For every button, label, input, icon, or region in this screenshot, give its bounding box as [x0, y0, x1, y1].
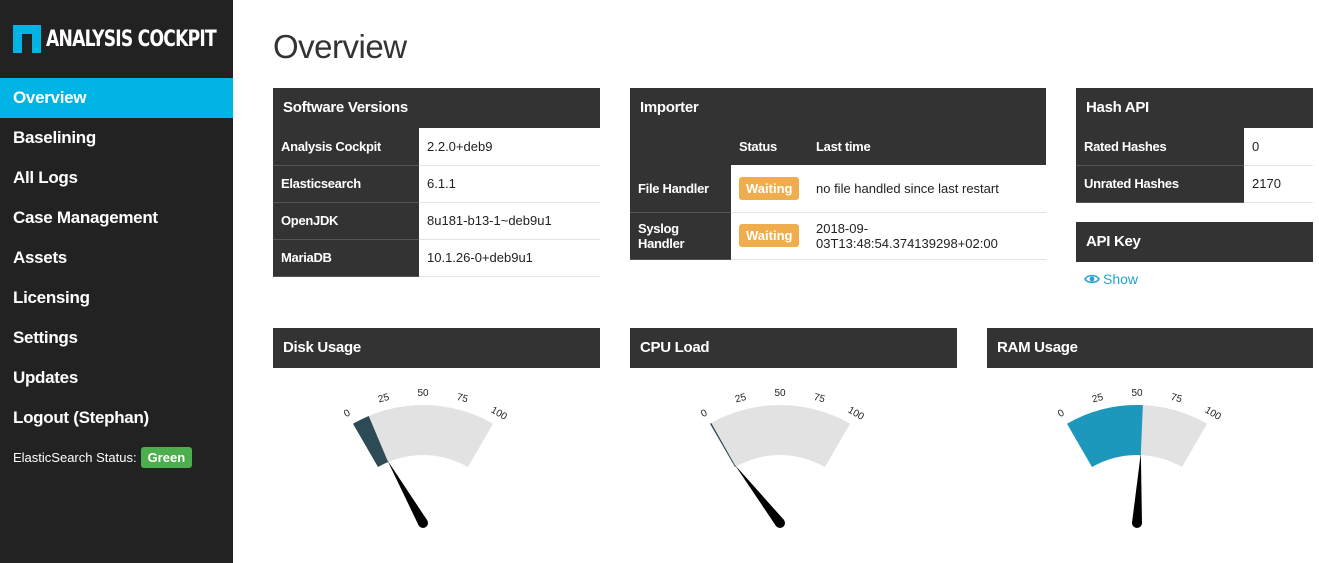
gauge-tick-label: 75 — [455, 392, 469, 406]
table-row: Analysis Cockpit 2.2.0+deb9 — [273, 128, 600, 166]
last-time-cell: 2018-09-03T13:48:54.374139298+02:00 — [808, 212, 1046, 260]
software-versions-header: Software Versions — [273, 88, 600, 128]
row-label: OpenJDK — [273, 202, 419, 240]
hash-api-header: Hash API — [1076, 88, 1313, 128]
gauge-needle — [734, 464, 784, 527]
eye-icon — [1084, 274, 1100, 284]
status-badge: Waiting — [739, 224, 800, 247]
table-row: Elasticsearch 6.1.1 — [273, 165, 600, 203]
gauge-needle-hub — [1132, 518, 1142, 528]
gauge-track — [710, 405, 850, 468]
gauge-tick-label: 50 — [417, 388, 429, 399]
table-row: OpenJDK 8u181-b13-1~deb9u1 — [273, 202, 600, 240]
table-row: Unrated Hashes 2170 — [1076, 165, 1313, 203]
col-header-status: Status — [731, 128, 808, 165]
row-value: 0 — [1244, 128, 1313, 166]
cpu-load-header: CPU Load — [630, 328, 957, 368]
importer-header: Importer — [630, 88, 1046, 128]
brand-logo[interactable]: ANALYSIS COCKPIT — [13, 24, 264, 54]
sidebar-item-settings[interactable]: Settings — [0, 318, 233, 358]
es-status-badge: Green — [140, 447, 193, 468]
hash-api-table: Rated Hashes 0 Unrated Hashes 2170 — [1076, 128, 1313, 203]
gauge-tick-label: 100 — [489, 405, 509, 423]
table-header-row: Status Last time — [630, 128, 1046, 165]
gauge-tick-label: 25 — [377, 392, 391, 406]
gauge-needle — [1132, 453, 1142, 524]
last-time-cell: no file handled since last restart — [808, 165, 1046, 213]
sidebar: ANALYSIS COCKPIT Overview Baselining All… — [0, 0, 233, 563]
col-header-name — [630, 128, 731, 165]
status-cell: Waiting — [731, 165, 808, 213]
gauge-tick-label: 25 — [734, 392, 748, 406]
gauge-tick-label: 0 — [342, 407, 353, 420]
importer-table: Status Last time File Handler Waiting no… — [630, 128, 1046, 260]
row-value: 2170 — [1244, 165, 1313, 203]
gauge-fill — [1067, 405, 1143, 468]
status-cell: Waiting — [731, 212, 808, 260]
page-title: Overview — [273, 28, 407, 65]
gauge-needle-hub — [418, 518, 428, 528]
gauge-tick-label: 25 — [1091, 392, 1105, 406]
show-label: Show — [1103, 271, 1139, 287]
sidebar-item-baselining[interactable]: Baselining — [0, 118, 233, 158]
brand-name: ANALYSIS COCKPIT — [46, 26, 217, 52]
sidebar-item-updates[interactable]: Updates — [0, 358, 233, 398]
row-label: Elasticsearch — [273, 165, 419, 203]
cpu-load-gauge: 0 25 50 75 100 — [699, 388, 866, 528]
sidebar-item-all-logs[interactable]: All Logs — [0, 158, 233, 198]
gauge-tick-label: 50 — [1131, 388, 1143, 399]
row-value: 2.2.0+deb9 — [419, 128, 600, 166]
col-header-last-time: Last time — [808, 128, 1046, 165]
gauge-tick-label: 100 — [846, 405, 866, 423]
gauge-tick-label: 75 — [812, 392, 826, 406]
gauge-tick-label: 100 — [1203, 405, 1223, 423]
gauge-needle-hub — [775, 518, 785, 528]
sidebar-item-assets[interactable]: Assets — [0, 238, 233, 278]
show-api-key-link[interactable]: Show — [1084, 271, 1138, 287]
disk-usage-gauge: 0 25 50 75 100 — [342, 388, 509, 528]
status-badge: Waiting — [739, 176, 800, 200]
table-row: Syslog Handler Waiting 2018-09-03T13:48:… — [630, 212, 1046, 260]
table-row: MariaDB 10.1.26-0+deb9u1 — [273, 239, 600, 277]
gauge-tick-label: 50 — [774, 388, 786, 399]
sidebar-item-overview[interactable]: Overview — [0, 78, 233, 118]
api-key-header: API Key — [1076, 222, 1313, 262]
disk-usage-header: Disk Usage — [273, 328, 600, 368]
sidebar-item-case-management[interactable]: Case Management — [0, 198, 233, 238]
row-label: File Handler — [630, 165, 731, 213]
sidebar-item-licensing[interactable]: Licensing — [0, 278, 233, 318]
ram-usage-header: RAM Usage — [987, 328, 1313, 368]
gauge-tick-label: 0 — [699, 407, 710, 420]
gauge-needle — [387, 460, 428, 526]
elasticsearch-status: ElasticSearch Status: Green — [13, 447, 193, 468]
row-label: Unrated Hashes — [1076, 165, 1244, 203]
row-value: 6.1.1 — [419, 165, 600, 203]
logo-icon — [13, 25, 41, 53]
es-status-label: ElasticSearch Status: — [13, 450, 137, 465]
row-label: Rated Hashes — [1076, 128, 1244, 166]
ram-usage-gauge: 0 25 50 75 100 — [1056, 388, 1223, 528]
row-value: 10.1.26-0+deb9u1 — [419, 239, 600, 277]
sidebar-nav: Overview Baselining All Logs Case Manage… — [0, 78, 233, 438]
sidebar-item-logout[interactable]: Logout (Stephan) — [0, 398, 233, 438]
table-row: Rated Hashes 0 — [1076, 128, 1313, 166]
gauge-tick-label: 0 — [1056, 407, 1067, 420]
row-label: Syslog Handler — [630, 212, 731, 260]
row-label: Analysis Cockpit — [273, 128, 419, 166]
gauge-tick-label: 75 — [1169, 392, 1183, 406]
software-versions-table: Analysis Cockpit 2.2.0+deb9 Elasticsearch… — [273, 128, 600, 277]
table-row: File Handler Waiting no file handled sin… — [630, 165, 1046, 213]
row-label: MariaDB — [273, 239, 419, 277]
row-value: 8u181-b13-1~deb9u1 — [419, 202, 600, 240]
